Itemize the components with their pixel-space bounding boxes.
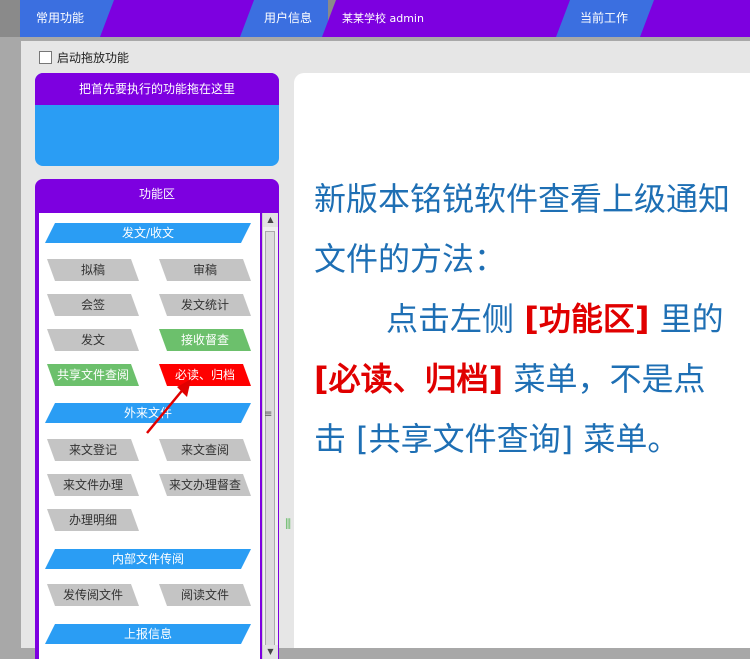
- school-user-label: 某某学校 admin: [342, 12, 424, 25]
- top-bar-right-fill: [640, 0, 750, 37]
- func-button-incoming-supervise[interactable]: 来文办理督查: [159, 474, 251, 496]
- tab-common-functions-label: 常用功能: [36, 11, 85, 25]
- tab-common-functions[interactable]: 常用功能: [20, 0, 116, 37]
- tab-current-work-label: 当前工作: [580, 11, 629, 25]
- instruction-part-a: 点击左侧: [386, 300, 515, 338]
- function-area-title: 功能区: [138, 187, 175, 201]
- func-button-send-circulate[interactable]: 发传阅文件: [47, 584, 139, 606]
- func-button-dispatch-stats[interactable]: 发文统计: [159, 294, 251, 316]
- func-button-incoming-handle[interactable]: 来文件办理: [47, 474, 139, 496]
- school-user-tab: 某某学校 admin: [322, 0, 572, 37]
- scroll-up-icon[interactable]: ▲: [263, 213, 278, 227]
- func-button-receive-supervise[interactable]: 接收督查: [159, 329, 251, 351]
- splitter-grip-icon[interactable]: ⦀: [285, 517, 293, 541]
- instruction-highlight-function-area: [功能区]: [524, 300, 650, 338]
- instruction-title: 新版本铭锐软件查看上级通知文件的方法：: [314, 180, 731, 278]
- func-button-dispatch[interactable]: 发文: [47, 329, 139, 351]
- func-button-countersign[interactable]: 会签: [47, 294, 139, 316]
- instruction-text: 新版本铭锐软件查看上级通知文件的方法： 点击左侧 [功能区] 里的 [必读、归档…: [314, 169, 734, 469]
- section-header-internal-circulate[interactable]: 内部文件传阅: [45, 549, 251, 569]
- tab-current-work[interactable]: 当前工作: [556, 0, 656, 37]
- top-bar: 常用功能 用户信息 某某学校 admin 当前工作: [0, 0, 750, 37]
- func-button-incoming-view[interactable]: 来文查阅: [159, 439, 251, 461]
- main-frame: 启动拖放功能 把首先要执行的功能拖在这里 功能区 发文/收文 拟稿 审稿 会签 …: [21, 41, 750, 659]
- func-button-review[interactable]: 审稿: [159, 259, 251, 281]
- section-header-report[interactable]: 上报信息: [45, 624, 251, 644]
- func-button-shared-file-view[interactable]: 共享文件查阅: [47, 364, 139, 386]
- enable-drag-drop-toggle[interactable]: 启动拖放功能: [39, 49, 129, 65]
- scroll-down-icon[interactable]: ▼: [263, 645, 278, 659]
- func-button-draft[interactable]: 拟稿: [47, 259, 139, 281]
- section-header-dispatch[interactable]: 发文/收文: [45, 223, 251, 243]
- tab-user-info[interactable]: 用户信息: [240, 0, 328, 37]
- enable-drag-drop-label: 启动拖放功能: [57, 50, 130, 65]
- drop-zone[interactable]: 把首先要执行的功能拖在这里: [35, 73, 279, 166]
- function-area: 功能区 发文/收文 拟稿 审稿 会签 发文统计 发文 接收督查 共享文件查阅 必…: [35, 179, 279, 659]
- tab-user-info-label: 用户信息: [264, 11, 313, 25]
- func-button-read-file[interactable]: 阅读文件: [159, 584, 251, 606]
- instruction-part-b: 里的: [659, 300, 724, 338]
- enable-drag-drop-checkbox[interactable]: [39, 50, 52, 64]
- top-bar-spacer: [100, 0, 256, 37]
- drop-zone-title: 把首先要执行的功能拖在这里: [35, 73, 279, 105]
- instruction-highlight-must-read: [必读、归档]: [314, 360, 504, 398]
- scroll-thumb[interactable]: [265, 231, 275, 659]
- annotation-arrow-icon: [146, 379, 191, 434]
- function-list-scrollbar[interactable]: ▲ ≡ ▼: [262, 213, 278, 659]
- func-button-handle-details[interactable]: 办理明细: [47, 509, 139, 531]
- scroll-grip-icon: ≡: [264, 409, 273, 420]
- func-button-incoming-register[interactable]: 来文登记: [47, 439, 139, 461]
- content-panel: 新版本铭锐软件查看上级通知文件的方法： 点击左侧 [功能区] 里的 [必读、归档…: [294, 73, 750, 648]
